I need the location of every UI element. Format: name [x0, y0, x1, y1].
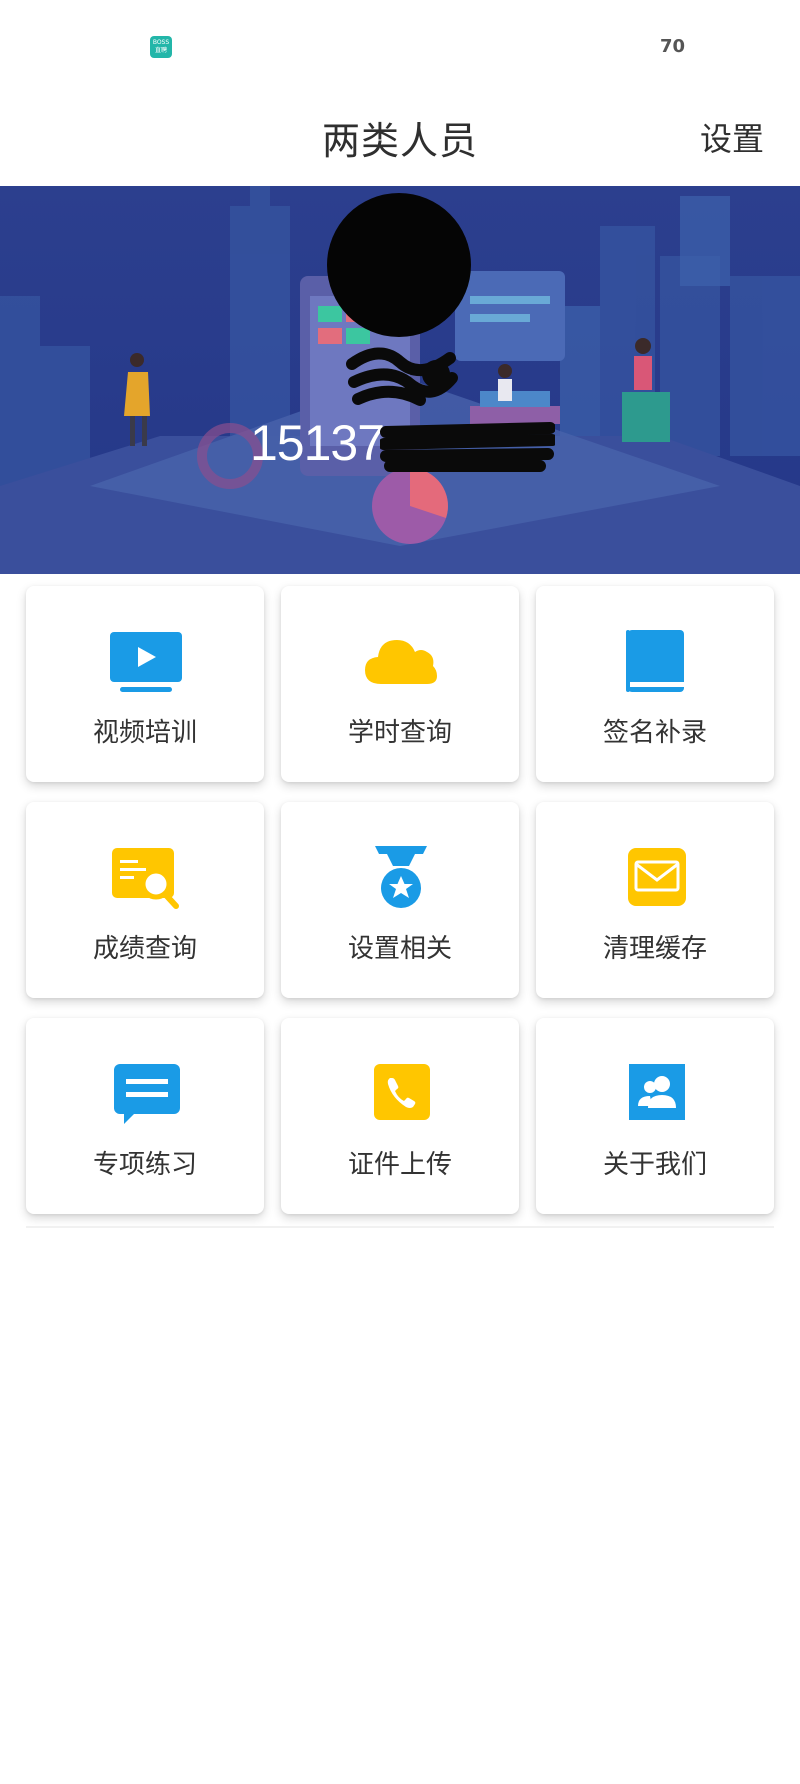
video-play-icon [110, 632, 182, 692]
menu-tile-label: 学时查询 [347, 718, 452, 748]
menu-tile-about-us[interactable]: 关于我们 [536, 1018, 774, 1214]
menu-tile-label: 证件上传 [347, 1150, 452, 1180]
menu-tile-document-upload[interactable]: 证件上传 [281, 1018, 519, 1214]
menu-tile-label: 视频培训 [92, 718, 197, 748]
medal-star-icon [375, 846, 427, 908]
menu-tile-label: 设置相关 [347, 934, 452, 964]
book-icon [626, 630, 684, 692]
settings-button[interactable]: 设置 [700, 114, 764, 160]
menu-tile-video-training[interactable]: 视频培训 [26, 586, 264, 782]
report-search-icon [112, 848, 179, 909]
person-center [498, 364, 512, 401]
envelope-icon [628, 848, 686, 906]
menu-tile-label: 清理缓存 [602, 934, 707, 964]
battery-level: 70 [660, 36, 686, 57]
menu-tile-clear-cache[interactable]: 清理缓存 [536, 802, 774, 998]
contacts-icon [629, 1064, 685, 1120]
menu-tile-special-practice[interactable]: 专项练习 [26, 1018, 264, 1214]
grid-divider [26, 1226, 774, 1228]
menu-tile-score-query[interactable]: 成绩查询 [26, 802, 264, 998]
nav-bar: 两类人员 设置 [0, 92, 800, 186]
menu-tile-label: 专项练习 [92, 1150, 197, 1180]
menu-tile-settings-related[interactable]: 设置相关 [281, 802, 519, 998]
menu-tile-label: 成绩查询 [92, 934, 197, 964]
chat-bubble-icon [114, 1064, 180, 1124]
profile-banner: 15137 [0, 186, 800, 574]
phone-number: 15137 [250, 415, 385, 471]
avatar[interactable] [327, 193, 471, 337]
menu-tile-label: 签名补录 [602, 718, 707, 748]
menu-tile-study-hours[interactable]: 学时查询 [281, 586, 519, 782]
boss-app-icon: BOSS 直聘 [150, 36, 172, 58]
menu-tile-signature-supplement[interactable]: 签名补录 [536, 586, 774, 782]
name-redaction-scribble [346, 347, 458, 406]
phone-icon [374, 1064, 430, 1120]
status-bar: BOSS 直聘 70 [0, 0, 800, 92]
feature-grid: 视频培训 学时查询 签名补录 成绩查询 设置相关 清理缓存 专项练习 证件上传 … [26, 586, 774, 1214]
page-title: 两类人员 [321, 119, 478, 163]
cloud-icon [365, 640, 437, 684]
phone-redaction-scribble [380, 422, 555, 472]
menu-tile-label: 关于我们 [602, 1150, 707, 1180]
